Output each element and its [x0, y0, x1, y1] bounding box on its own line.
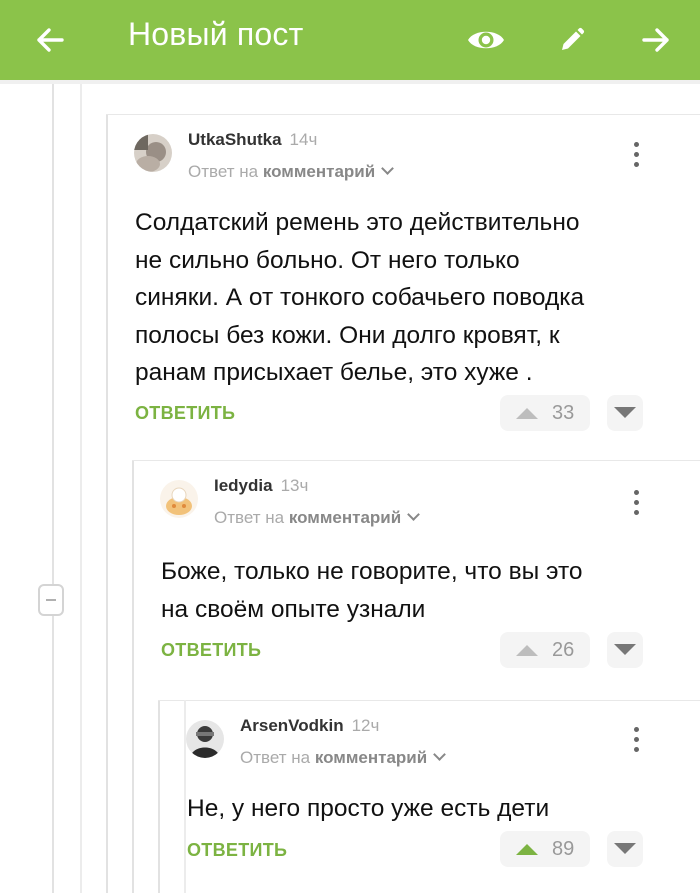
author-name[interactable]: ArsenVodkin: [240, 716, 344, 735]
divider: [158, 700, 700, 701]
arrow-right-icon: [642, 28, 669, 52]
page-title: Новый пост: [128, 16, 304, 52]
comment-line: полосы без кожи. Они долго кровят, к: [135, 321, 560, 349]
app-bar-shadow: [0, 80, 700, 84]
upvote-icon: [516, 644, 538, 656]
reply-to[interactable]: Ответ на комментарий: [240, 748, 447, 768]
downvote-button[interactable]: [607, 831, 643, 867]
downvote-button[interactable]: [607, 632, 643, 668]
comment-line: ранам присыхает белье, это хуже .: [135, 359, 533, 386]
comment-line: на своём опыте узнали: [161, 595, 426, 623]
more-menu-button[interactable]: [634, 142, 640, 167]
back-button[interactable]: [20, 0, 80, 80]
divider: [132, 460, 700, 461]
author[interactable]: Iedydia 13ч: [214, 476, 308, 496]
upvote-icon: [516, 407, 538, 419]
collapse-thread-button[interactable]: [38, 584, 64, 616]
chevron-down-icon: [433, 748, 447, 761]
avatar[interactable]: [134, 134, 172, 172]
preview-button[interactable]: [456, 0, 516, 80]
more-menu-button[interactable]: [634, 490, 640, 515]
comment-text: Солдатский ремень это действительно не с…: [135, 204, 675, 392]
more-vertical-icon: [634, 727, 639, 732]
reply-prefix: Ответ на: [240, 748, 311, 767]
rating: 26: [552, 638, 575, 661]
divider: [106, 114, 700, 115]
reply-to[interactable]: Ответ на комментарий: [214, 508, 421, 528]
more-menu-button[interactable]: [634, 727, 640, 752]
thread-line: [52, 84, 54, 893]
avatar-image: [134, 134, 172, 172]
avatar-image: [160, 480, 198, 518]
upvote-button[interactable]: 33: [500, 395, 590, 431]
thread-line: [158, 700, 160, 893]
upvote-button[interactable]: 89: [500, 831, 590, 867]
comment-line: Солдатский ремень это действительно: [135, 209, 580, 236]
author[interactable]: UtkaShutka 14ч: [188, 130, 317, 150]
timestamp: 12ч: [351, 716, 380, 735]
reply-button[interactable]: ОТВЕТИТЬ: [135, 403, 235, 424]
upvote-icon: [516, 843, 538, 855]
thread-line: [132, 460, 134, 893]
reply-button[interactable]: ОТВЕТИТЬ: [161, 640, 261, 661]
forward-button[interactable]: [626, 0, 686, 80]
comment-text: Не, у него просто уже есть дети: [187, 790, 677, 828]
more-vertical-icon: [634, 142, 639, 147]
thread-line: [106, 114, 108, 893]
reply-target[interactable]: комментарий: [263, 162, 375, 181]
downvote-button[interactable]: [607, 395, 643, 431]
app-bar: Новый пост: [0, 0, 700, 80]
eye-icon: [468, 31, 504, 49]
reply-prefix: Ответ на: [188, 162, 259, 181]
avatar[interactable]: [186, 720, 224, 758]
upvote-button[interactable]: 26: [500, 632, 590, 668]
timestamp: 13ч: [280, 476, 309, 495]
comment-line: Не, у него просто уже есть дети: [187, 795, 550, 822]
reply-prefix: Ответ на: [214, 508, 285, 527]
pencil-icon: [562, 27, 585, 50]
thread-line: [184, 700, 186, 893]
comment-line: синяки. А от тонкого собачьего поводка: [135, 284, 585, 311]
reply-target[interactable]: комментарий: [289, 508, 401, 527]
thread-line: [80, 84, 82, 893]
arrow-left-icon: [37, 28, 64, 52]
chevron-down-icon: [407, 508, 421, 521]
more-vertical-icon: [634, 490, 639, 495]
author-name[interactable]: Iedydia: [214, 476, 273, 495]
author-name[interactable]: UtkaShutka: [188, 130, 282, 149]
comment-line: Боже, только не говорите, что вы это: [161, 558, 583, 585]
reply-target[interactable]: комментарий: [315, 748, 427, 767]
comment-text: Боже, только не говорите, что вы это на …: [161, 553, 681, 628]
timestamp: 14ч: [289, 130, 318, 149]
avatar[interactable]: [160, 480, 198, 518]
rating: 33: [552, 401, 575, 424]
edit-button[interactable]: [542, 0, 602, 80]
chevron-down-icon: [381, 162, 395, 175]
author[interactable]: ArsenVodkin 12ч: [240, 716, 379, 736]
comment-line: не сильно больно. От него только: [135, 246, 520, 274]
reply-to[interactable]: Ответ на комментарий: [188, 162, 395, 182]
rating: 89: [552, 837, 575, 860]
avatar-image: [186, 720, 224, 758]
reply-button[interactable]: ОТВЕТИТЬ: [187, 840, 287, 861]
